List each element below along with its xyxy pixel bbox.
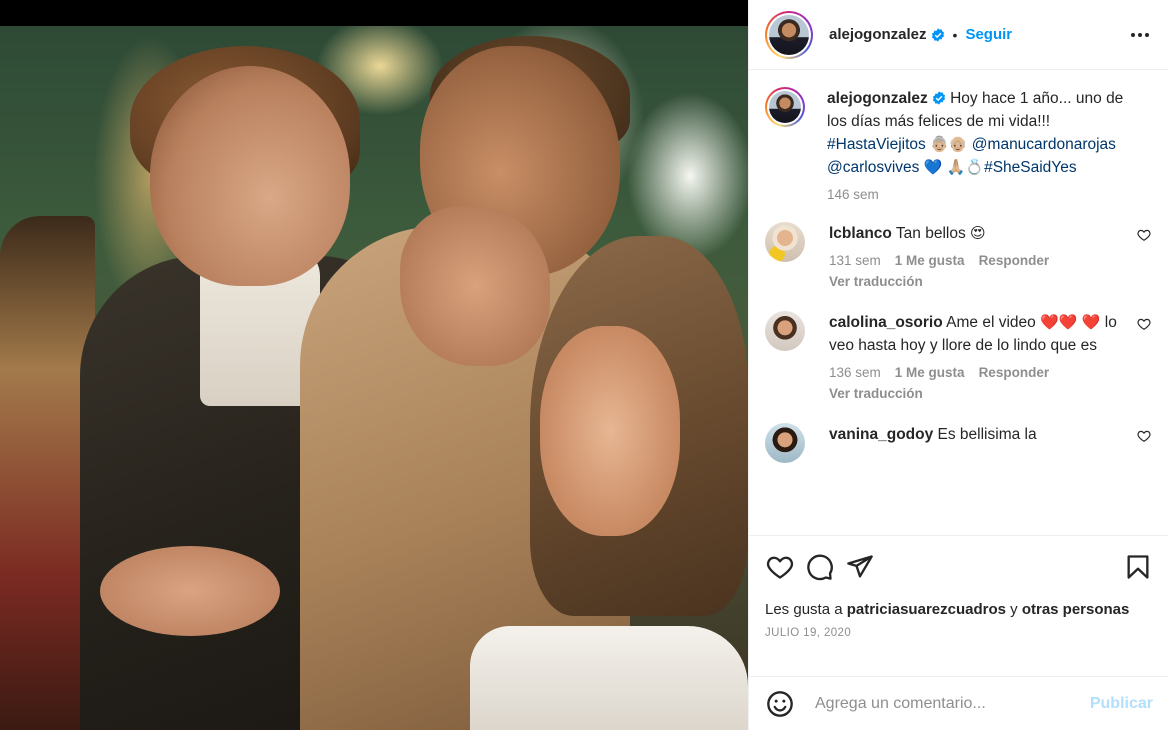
commenter-avatar[interactable] xyxy=(765,311,805,351)
comment-likes[interactable]: 1 Me gusta xyxy=(895,365,965,380)
share-icon[interactable] xyxy=(845,552,875,582)
likes-summary: Les gusta a patriciasuarezcuadros y otra… xyxy=(765,598,1153,621)
publish-button[interactable]: Publicar xyxy=(1090,695,1153,713)
comment-emoji-heart: ❤️ xyxy=(1081,313,1101,331)
caption-emoji-elders: 👵🏼👴🏼 xyxy=(930,135,968,153)
comment-time[interactable]: 136 sem xyxy=(829,365,881,380)
post-photo[interactable] xyxy=(0,0,748,730)
hashtag-hastaviejitos[interactable]: #HastaViejitos xyxy=(827,136,926,153)
reply-button[interactable]: Responder xyxy=(979,365,1050,380)
comment-meta: 131 sem 1 Me gusta Responder xyxy=(829,253,1125,268)
woman-dress xyxy=(470,626,748,730)
small-heart-icon[interactable] xyxy=(1137,228,1151,242)
mention-carlosvives[interactable]: @carlosvives xyxy=(827,159,919,176)
see-translation-button[interactable]: Ver traducción xyxy=(829,274,1125,289)
more-icon[interactable] xyxy=(1127,27,1153,43)
verified-icon xyxy=(932,91,946,105)
comment-username[interactable]: lcblanco xyxy=(829,225,892,242)
comment-time[interactable]: 131 sem xyxy=(829,253,881,268)
comment-body: Tan bellos xyxy=(895,225,971,242)
comment-item: vanina_godoy Es bellisima la xyxy=(765,423,1153,463)
comment-text: lcblanco Tan bellos 😍 xyxy=(829,222,1125,245)
header-separator: • xyxy=(952,26,958,43)
caption-emoji-blue-heart: 💙 xyxy=(923,158,943,176)
caption-avatar-image xyxy=(769,91,801,123)
comment-emoji-hearts: ❤️❤️ xyxy=(1040,313,1078,331)
mention-manucardonarojas[interactable]: @manucardonarojas xyxy=(972,136,1116,153)
action-icons xyxy=(765,536,1153,598)
hand-on-back xyxy=(100,546,280,636)
emoji-icon[interactable] xyxy=(765,689,795,719)
caption: alejogonzalez Hoy hace 1 año... uno de l… xyxy=(765,87,1153,202)
save-icon[interactable] xyxy=(1123,552,1153,582)
commenter-avatar[interactable] xyxy=(765,423,805,463)
photo-scene xyxy=(0,26,748,730)
small-heart-icon[interactable] xyxy=(1137,429,1151,443)
caption-text: alejogonzalez Hoy hace 1 año... uno de l… xyxy=(827,87,1125,179)
likes-prefix: Les gusta a xyxy=(765,601,847,618)
comment-input[interactable] xyxy=(815,694,1090,713)
likes-middle: y xyxy=(1005,601,1022,618)
comment-text: vanina_godoy Es bellisima la xyxy=(829,423,1125,446)
caption-emoji-pray-ring: 🙏🏼💍 xyxy=(946,158,985,176)
verified-icon xyxy=(931,27,945,42)
likes-others-link[interactable]: otras personas xyxy=(1022,601,1130,618)
author-avatar[interactable] xyxy=(765,10,813,59)
heart-icon[interactable] xyxy=(765,552,795,582)
see-translation-button[interactable]: Ver traducción xyxy=(829,386,1125,401)
comment-text: calolina_osorio Ame el video ❤️❤️ ❤️ lo … xyxy=(829,311,1125,357)
comment-meta: 136 sem 1 Me gusta Responder xyxy=(829,365,1125,380)
commenter-avatar[interactable] xyxy=(765,222,805,262)
comment-body: Es bellisima la xyxy=(937,426,1037,443)
older-man-head xyxy=(150,66,350,286)
post-actions: Les gusta a patriciasuarezcuadros y otra… xyxy=(749,535,1168,675)
comment-username[interactable]: calolina_osorio xyxy=(829,314,943,331)
woman-face xyxy=(540,326,680,536)
author-avatar-image xyxy=(769,14,809,55)
post-side-panel: alejogonzalez • Seguir alejogonzalez Hoy… xyxy=(748,0,1168,730)
caption-avatar[interactable] xyxy=(765,87,805,127)
comments-list[interactable]: alejogonzalez Hoy hace 1 año... uno de l… xyxy=(749,71,1168,535)
caption-meta: 146 sem xyxy=(827,187,1125,202)
add-comment-bar: Publicar xyxy=(749,676,1168,730)
hand-on-face xyxy=(400,206,550,366)
hashtag-shesaidyes[interactable]: #SheSaidYes xyxy=(984,159,1077,176)
post-header: alejogonzalez • Seguir xyxy=(749,0,1168,70)
post-date[interactable]: JULIO 19, 2020 xyxy=(765,627,1153,639)
comment-icon[interactable] xyxy=(805,552,835,582)
comment-emoji: 😍 xyxy=(970,224,986,242)
comment-likes[interactable]: 1 Me gusta xyxy=(895,253,965,268)
follow-button[interactable]: Seguir xyxy=(965,26,1012,43)
comment-username[interactable]: vanina_godoy xyxy=(829,426,933,443)
liker-username[interactable]: patriciasuarezcuadros xyxy=(847,601,1006,618)
reply-button[interactable]: Responder xyxy=(979,253,1050,268)
comment-body: Ame el video xyxy=(946,314,1041,331)
caption-time[interactable]: 146 sem xyxy=(827,187,879,202)
caption-username[interactable]: alejogonzalez xyxy=(827,90,928,107)
comment-item: lcblanco Tan bellos 😍 131 sem 1 Me gusta… xyxy=(765,222,1153,289)
author-username[interactable]: alejogonzalez xyxy=(829,26,927,43)
comment-item: calolina_osorio Ame el video ❤️❤️ ❤️ lo … xyxy=(765,311,1153,401)
small-heart-icon[interactable] xyxy=(1137,317,1151,331)
